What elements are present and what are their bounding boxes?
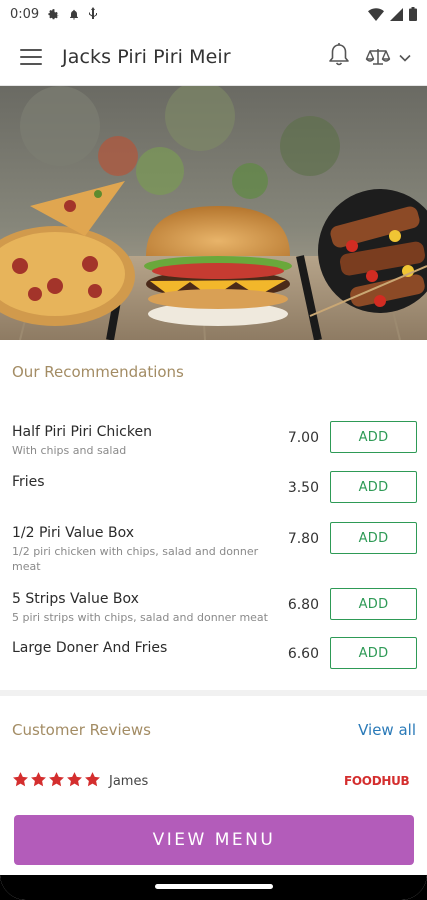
reviewer-name: James	[109, 774, 149, 789]
view-all-link[interactable]: View all	[358, 721, 416, 739]
item-price: 3.50	[287, 480, 319, 496]
page-title: Jacks Piri Piri Meir	[62, 45, 231, 68]
battery-icon	[409, 7, 417, 21]
recommendations-title: Our Recommendations	[12, 363, 184, 381]
add-button[interactable]: ADD	[330, 637, 417, 669]
item-name: 1/2 Piri Value Box	[12, 525, 135, 541]
star-icon	[31, 772, 46, 787]
app-screen: 0:09 Jacks Piri Piri Meir Our Recommenda…	[0, 0, 427, 900]
item-description: 1/2 piri chicken with chips, salad and d…	[12, 545, 259, 573]
foodhub-logo: FOODHUB	[344, 774, 410, 788]
item-description: 5 piri strips with chips, salad and donn…	[12, 611, 268, 624]
reviews-title: Customer Reviews	[12, 721, 151, 739]
star-icon	[85, 772, 100, 787]
menu-icon[interactable]	[20, 48, 42, 65]
bell-icon[interactable]	[327, 42, 351, 72]
star-icon	[13, 772, 28, 787]
star-rating	[12, 771, 101, 788]
notification-bell-icon	[68, 8, 80, 21]
item-name: Large Doner And Fries	[12, 640, 168, 656]
home-gesture-handle[interactable]	[155, 884, 273, 889]
wifi-icon	[368, 7, 384, 21]
signal-icon	[390, 7, 403, 21]
item-name: Fries	[12, 474, 45, 490]
star-icon	[49, 772, 64, 787]
item-description: With chips and salad	[12, 444, 127, 457]
status-time: 0:09	[10, 6, 40, 22]
item-name: Half Piri Piri Chicken	[12, 424, 152, 440]
hero-food-image	[0, 86, 427, 340]
star-icon	[67, 772, 82, 787]
view-menu-button[interactable]: VIEW MENU	[14, 815, 414, 865]
add-button[interactable]: ADD	[330, 471, 417, 503]
item-price: 7.80	[287, 531, 319, 547]
add-button[interactable]: ADD	[330, 588, 417, 620]
app-bar: Jacks Piri Piri Meir	[0, 28, 427, 86]
scale-icon[interactable]	[365, 47, 411, 67]
add-button[interactable]: ADD	[330, 421, 417, 453]
gear-icon	[47, 8, 60, 21]
add-button[interactable]: ADD	[330, 522, 417, 554]
status-bar: 0:09	[0, 0, 427, 28]
item-name: 5 Strips Value Box	[12, 591, 139, 607]
item-price: 6.60	[287, 646, 319, 662]
item-price: 6.80	[287, 597, 319, 613]
chevron-down-icon[interactable]	[399, 47, 411, 66]
section-divider	[0, 690, 427, 696]
item-price: 7.00	[287, 430, 319, 446]
usb-icon	[88, 7, 98, 21]
